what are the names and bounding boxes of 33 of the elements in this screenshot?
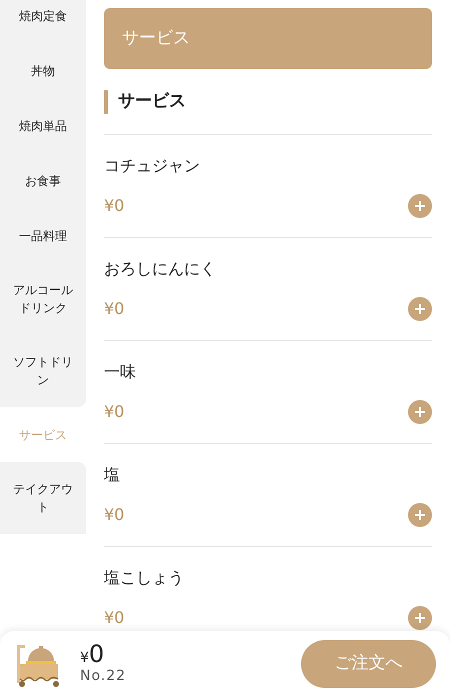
product-name: コチュジャン xyxy=(104,154,201,176)
product-name: 一味 xyxy=(104,360,137,382)
product-name: 塩 xyxy=(104,464,121,486)
category-tab[interactable]: 丼物 xyxy=(0,43,86,98)
add-button[interactable] xyxy=(408,400,432,424)
product-price: ¥0 xyxy=(104,400,124,422)
category-tab[interactable]: お食事 xyxy=(0,153,86,208)
product-price: ¥0 xyxy=(104,194,124,216)
product-price: ¥0 xyxy=(104,504,124,526)
product-price: ¥0 xyxy=(104,298,124,320)
category-tab[interactable]: ソフトドリン xyxy=(0,335,86,407)
add-button[interactable] xyxy=(408,606,432,630)
category-banner: サービス xyxy=(104,8,432,69)
category-tab[interactable]: 焼肉単品 xyxy=(0,98,86,153)
category-tab[interactable]: テイクアウト xyxy=(0,462,86,534)
add-button[interactable] xyxy=(408,502,432,526)
table-number: No.22 xyxy=(80,666,126,686)
plus-icon xyxy=(414,406,426,418)
product-price: ¥0 xyxy=(104,606,124,628)
add-button[interactable] xyxy=(408,194,432,218)
category-tab[interactable]: 焼肉定食 xyxy=(0,0,86,43)
plus-icon xyxy=(414,200,426,212)
product-name: 塩こしょう xyxy=(104,566,185,588)
section-title: サービス xyxy=(118,90,186,113)
add-button[interactable] xyxy=(408,296,432,320)
section-marker xyxy=(104,90,108,114)
plus-icon xyxy=(414,302,426,314)
plus-icon xyxy=(414,508,426,520)
order-total: ¥0 xyxy=(80,642,106,666)
plus-icon xyxy=(414,612,426,624)
product-name: おろしにんにく xyxy=(104,258,217,280)
category-tab[interactable]: 一品料理 xyxy=(0,208,86,263)
category-tab[interactable]: アルコールドリンク xyxy=(0,263,86,335)
